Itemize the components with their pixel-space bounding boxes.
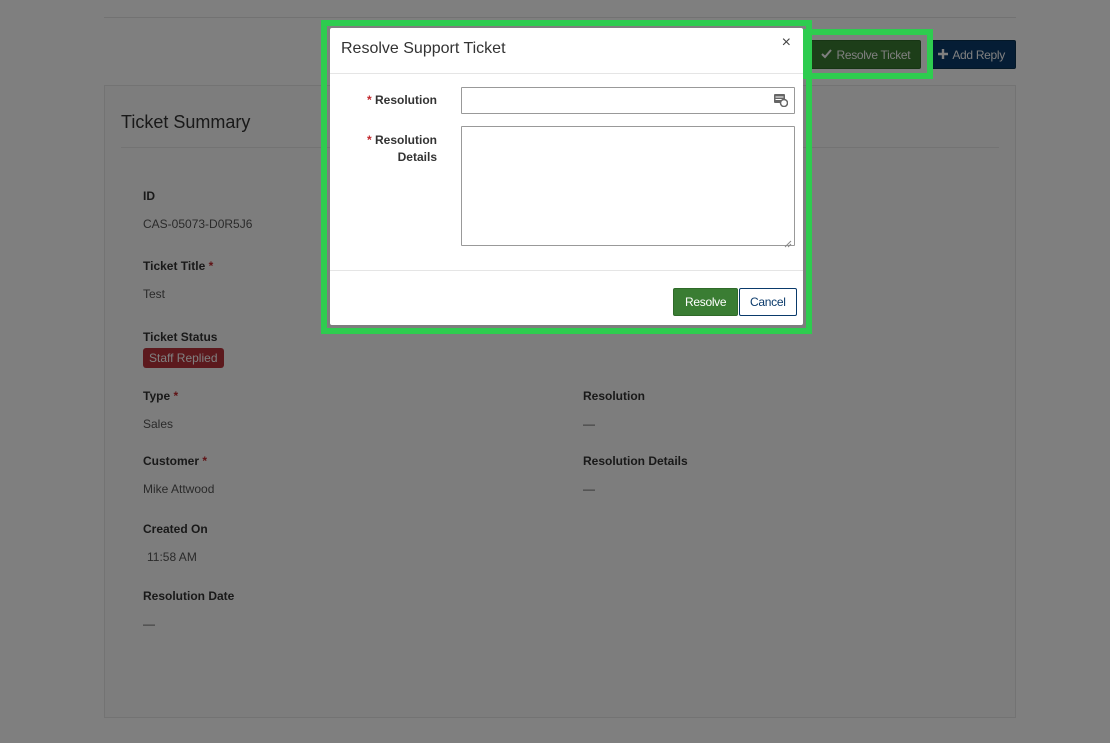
dialog-footer-divider xyxy=(330,270,803,271)
cancel-button[interactable]: Cancel xyxy=(739,288,797,316)
resize-grip-icon[interactable] xyxy=(784,235,792,248)
resolution-input[interactable] xyxy=(461,87,795,114)
resolution-details-textarea[interactable] xyxy=(461,126,795,248)
dialog-header-divider xyxy=(330,73,803,74)
lookup-icon[interactable] xyxy=(774,94,789,108)
resolve-ticket-dialog: Resolve Support Ticket × * Resolution * … xyxy=(330,28,803,325)
close-icon[interactable]: × xyxy=(782,34,791,52)
dialog-title: Resolve Support Ticket xyxy=(341,40,506,57)
resolve-button[interactable]: Resolve xyxy=(673,288,739,316)
resolution-details-field-label: * Resolution Details xyxy=(366,133,437,164)
resolution-field-label: * Resolution xyxy=(366,93,437,107)
